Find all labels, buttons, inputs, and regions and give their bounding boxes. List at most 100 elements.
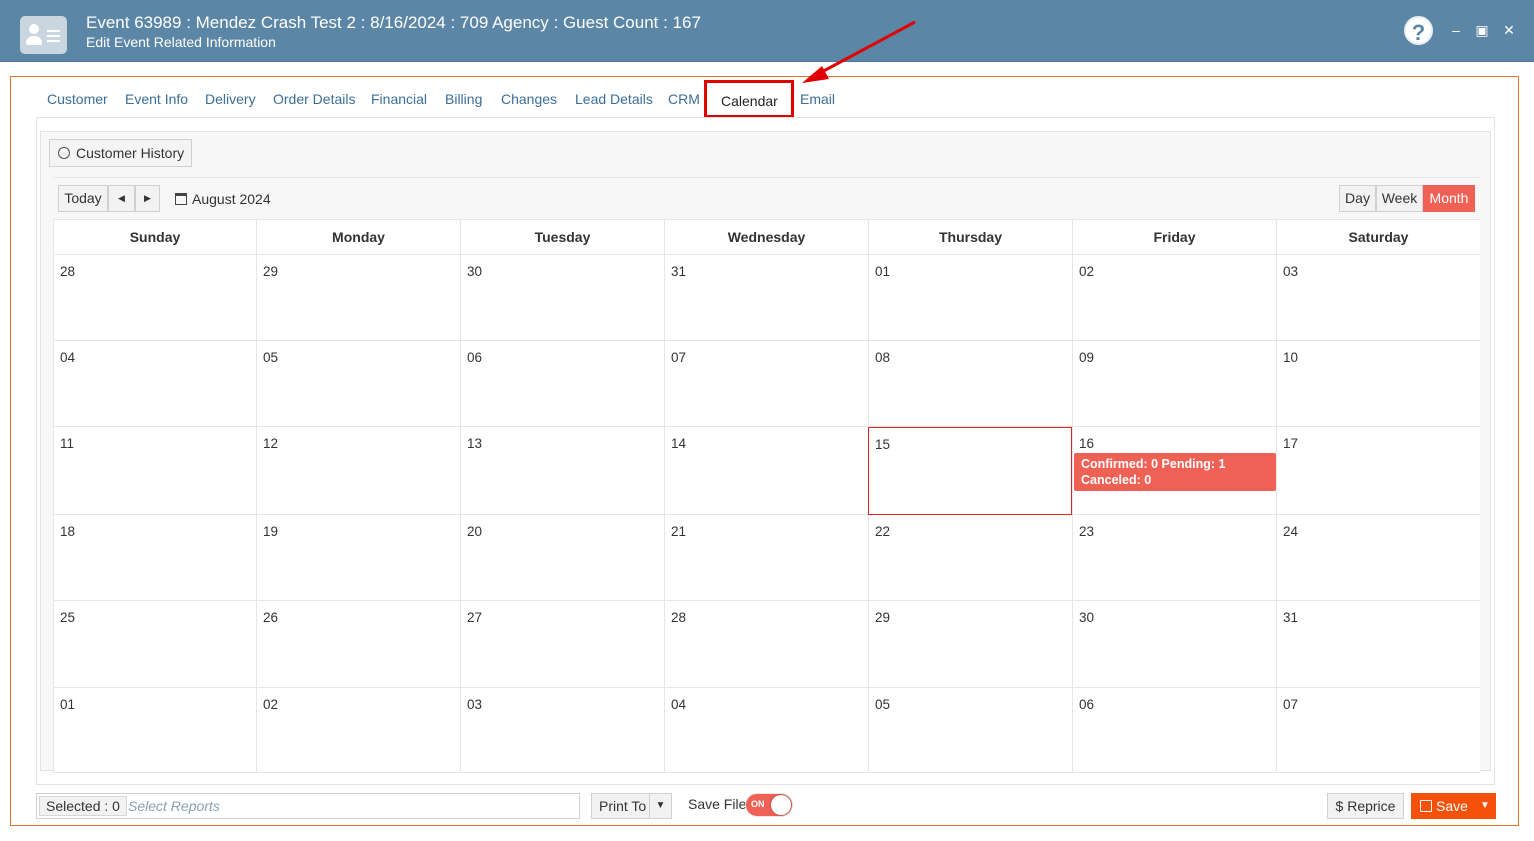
day-number: 03 <box>467 697 483 712</box>
calendar-day-cell[interactable]: 24 <box>1276 515 1480 601</box>
calendar-day-cell[interactable]: 28 <box>53 255 256 341</box>
tab-calendar[interactable]: Calendar <box>704 80 794 118</box>
close-button[interactable]: ✕ <box>1499 20 1519 40</box>
calendar-day-cell[interactable]: 21 <box>664 515 868 601</box>
tab-email[interactable]: Email <box>800 91 835 107</box>
calendar-day-cell[interactable]: 30 <box>460 255 664 341</box>
report-selector[interactable]: Selected : 0 Select Reports <box>36 793 580 819</box>
calendar-day-cell[interactable]: 04 <box>53 341 256 427</box>
tab-order-details[interactable]: Order Details <box>273 91 355 107</box>
save-button[interactable]: Save ▼ <box>1411 793 1496 819</box>
view-week-button[interactable]: Week <box>1376 185 1423 212</box>
calendar-day-cell[interactable]: 06 <box>1072 688 1276 773</box>
day-number: 12 <box>263 436 279 451</box>
tab-delivery[interactable]: Delivery <box>205 91 256 107</box>
calendar-day-cell[interactable]: 01 <box>868 255 1072 341</box>
day-number: 02 <box>1079 264 1095 279</box>
calendar-day-cell[interactable]: 25 <box>53 601 256 688</box>
day-number: 22 <box>875 524 891 539</box>
day-number: 01 <box>60 697 76 712</box>
calendar-day-cell[interactable]: 16 Confirmed: 0 Pending: 1 Canceled: 0 <box>1072 427 1276 515</box>
tab-billing[interactable]: Billing <box>445 91 482 107</box>
calendar-day-cell[interactable]: 23 <box>1072 515 1276 601</box>
calendar-day-cell[interactable]: 07 <box>1276 688 1480 773</box>
calendar-day-cell[interactable]: 17 <box>1276 427 1480 515</box>
maximize-button[interactable]: ▣ <box>1472 20 1492 40</box>
calendar-day-cell[interactable]: 05 <box>256 341 460 427</box>
calendar-day-cell-today[interactable]: 15 <box>868 427 1072 515</box>
calendar-day-cell[interactable]: 07 <box>664 341 868 427</box>
calendar-day-cell[interactable]: 09 <box>1072 341 1276 427</box>
help-icon[interactable]: ? <box>1404 16 1433 45</box>
calendar-day-cell[interactable]: 20 <box>460 515 664 601</box>
day-number: 28 <box>60 264 76 279</box>
day-number: 02 <box>263 697 279 712</box>
select-reports-placeholder: Select Reports <box>128 798 220 814</box>
view-month-button[interactable]: Month <box>1423 185 1475 212</box>
calendar-day-cell[interactable]: 27 <box>460 601 664 688</box>
calendar-day-cell[interactable]: 01 <box>53 688 256 773</box>
weekday-header: Sunday Monday Tuesday Wednesday Thursday Frid… <box>53 220 1480 254</box>
footer-bar: Selected : 0 Select Reports Print To ▼ S… <box>36 793 1496 819</box>
day-number: 30 <box>467 264 483 279</box>
history-icon <box>58 147 70 159</box>
prev-month-button[interactable]: ◀ <box>108 185 135 212</box>
calendar-day-cell[interactable]: 08 <box>868 341 1072 427</box>
calendar-day-cell[interactable]: 30 <box>1072 601 1276 688</box>
reprice-button[interactable]: $ Reprice <box>1327 793 1404 819</box>
calendar-day-cell[interactable]: 11 <box>53 427 256 515</box>
calendar-day-cell[interactable]: 31 <box>664 255 868 341</box>
calendar-day-cell[interactable]: 13 <box>460 427 664 515</box>
calendar-day-cell[interactable]: 12 <box>256 427 460 515</box>
minimize-button[interactable]: – <box>1446 20 1466 40</box>
calendar-day-cell[interactable]: 03 <box>460 688 664 773</box>
event-summary-badge[interactable]: Confirmed: 0 Pending: 1 Canceled: 0 <box>1074 453 1276 491</box>
calendar-day-cell[interactable]: 03 <box>1276 255 1480 341</box>
calendar-day-cell[interactable]: 14 <box>664 427 868 515</box>
toggle-knob <box>771 795 791 815</box>
calendar-day-cell[interactable]: 10 <box>1276 341 1480 427</box>
day-number: 20 <box>467 524 483 539</box>
day-number: 21 <box>671 524 687 539</box>
day-number: 24 <box>1283 524 1299 539</box>
day-number: 28 <box>671 610 687 625</box>
calendar-day-cell[interactable]: 31 <box>1276 601 1480 688</box>
calendar-day-cell[interactable]: 02 <box>256 688 460 773</box>
chevron-down-icon[interactable]: ▼ <box>649 794 671 818</box>
calendar-tab-panel: Customer History Today ◀ ▶ August 2024 D… <box>36 117 1495 785</box>
contact-card-icon <box>20 16 67 54</box>
day-number: 10 <box>1283 350 1299 365</box>
tab-event-info[interactable]: Event Info <box>125 91 188 107</box>
tab-customer[interactable]: Customer <box>47 91 108 107</box>
calendar-day-cell[interactable]: 29 <box>868 601 1072 688</box>
chevron-down-icon[interactable]: ▼ <box>1474 793 1496 819</box>
calendar-day-cell[interactable]: 06 <box>460 341 664 427</box>
print-to-button[interactable]: Print To ▼ <box>591 793 672 819</box>
calendar-day-cell[interactable]: 19 <box>256 515 460 601</box>
weekday-thursday: Thursday <box>868 220 1072 254</box>
calendar-day-cell[interactable]: 18 <box>53 515 256 601</box>
calendar-day-cell[interactable]: 04 <box>664 688 868 773</box>
view-day-button[interactable]: Day <box>1339 185 1376 212</box>
calendar-icon <box>175 193 187 205</box>
day-number: 16 <box>1079 436 1095 451</box>
day-number: 05 <box>263 350 279 365</box>
save-file-toggle[interactable]: ON <box>745 793 793 817</box>
tab-financial[interactable]: Financial <box>371 91 427 107</box>
calendar-day-cell[interactable]: 05 <box>868 688 1072 773</box>
tab-crm[interactable]: CRM <box>668 91 700 107</box>
next-month-button[interactable]: ▶ <box>135 185 160 212</box>
calendar-day-cell[interactable]: 22 <box>868 515 1072 601</box>
day-number: 29 <box>263 264 279 279</box>
day-number: 14 <box>671 436 687 451</box>
calendar-day-cell[interactable]: 29 <box>256 255 460 341</box>
calendar-day-cell[interactable]: 28 <box>664 601 868 688</box>
day-number: 03 <box>1283 264 1299 279</box>
calendar-day-cell[interactable]: 26 <box>256 601 460 688</box>
customer-history-button[interactable]: Customer History <box>49 139 193 167</box>
tab-lead-details[interactable]: Lead Details <box>575 91 653 107</box>
calendar-day-cell[interactable]: 02 <box>1072 255 1276 341</box>
today-button[interactable]: Today <box>58 185 108 212</box>
day-number: 15 <box>875 437 891 452</box>
tab-changes[interactable]: Changes <box>501 91 557 107</box>
